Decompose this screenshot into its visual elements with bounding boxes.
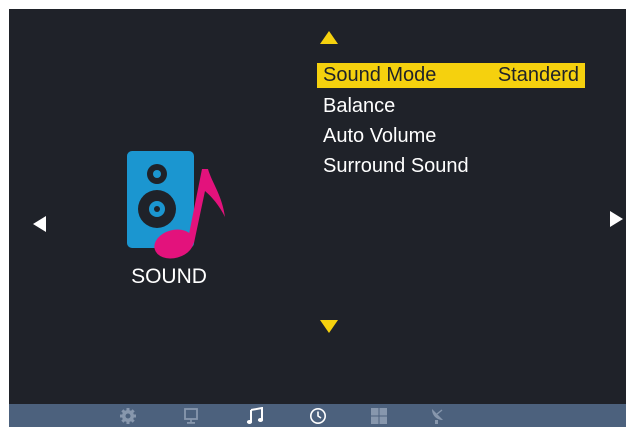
menu-item-label: Balance [323, 95, 396, 117]
menu-item-sound-mode[interactable]: Sound Mode Standerd [317, 63, 585, 88]
music-note-icon[interactable] [246, 407, 264, 425]
menu-item-auto-volume[interactable]: Auto Volume [317, 121, 585, 151]
scroll-up-arrow-icon[interactable] [320, 31, 338, 44]
next-category-arrow-icon[interactable] [610, 211, 623, 227]
menu-item-label: Auto Volume [323, 125, 437, 147]
speaker-music-note-icon [127, 151, 225, 259]
clock-icon[interactable] [309, 407, 327, 425]
bottom-tab-bar [9, 404, 626, 427]
sound-menu-list: Sound Mode Standerd Balance Auto Volume … [317, 63, 585, 181]
monitor-icon[interactable] [182, 407, 200, 425]
tv-menu-screen: Sound Mode Standerd Balance Auto Volume … [9, 9, 626, 427]
category-label: SOUND [131, 265, 207, 288]
menu-item-surround-sound[interactable]: Surround Sound [317, 151, 585, 181]
gear-icon[interactable] [119, 407, 137, 425]
menu-item-label: Sound Mode [323, 64, 437, 86]
scroll-down-arrow-icon[interactable] [320, 320, 338, 333]
satellite-dish-icon[interactable] [429, 407, 447, 425]
menu-item-balance[interactable]: Balance [317, 91, 585, 121]
menu-item-label: Surround Sound [323, 155, 469, 177]
menu-item-value: Standerd [497, 64, 579, 86]
grid-icon[interactable] [370, 407, 388, 425]
previous-category-arrow-icon[interactable] [33, 216, 46, 232]
